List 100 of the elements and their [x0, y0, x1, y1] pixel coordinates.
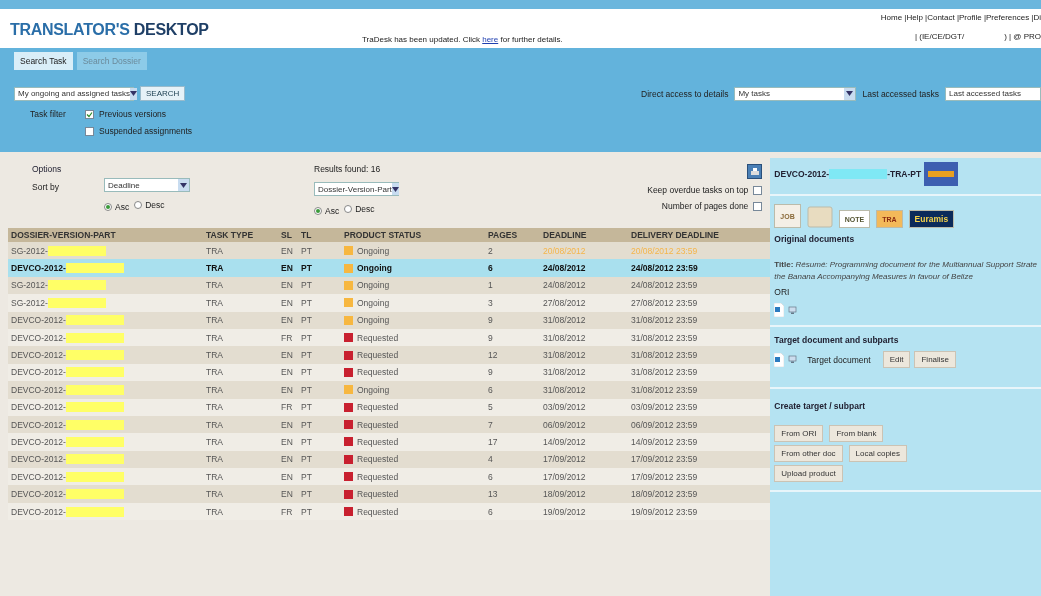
checkbox[interactable] [85, 109, 94, 119]
redaction-mark [65, 332, 124, 343]
column-header[interactable]: TL [298, 228, 341, 242]
dossier-cell[interactable]: DEVCO-2012- [8, 259, 203, 277]
table-cell: TRA [203, 433, 278, 451]
status-cell: Requested [341, 433, 485, 451]
direct-access-select[interactable]: My tasks [734, 86, 857, 101]
filter-label: Suspended assignments [99, 126, 193, 136]
create-button[interactable]: From other doc [774, 445, 843, 462]
table-cell: PT [298, 381, 341, 399]
radio-button[interactable] [344, 205, 353, 213]
task-select[interactable]: My ongoing and assigned tasks [14, 86, 134, 101]
table-cell: 17/09/2012 [540, 468, 628, 486]
tab[interactable]: Search Task [14, 52, 73, 70]
create-button[interactable]: Local copies [848, 445, 908, 462]
user-unit: | (IE/CE/DGT/ [914, 32, 965, 41]
table-cell: PT [298, 485, 341, 503]
dossier-cell[interactable]: DEVCO-2012- [8, 468, 203, 486]
status-cell: Ongoing [341, 259, 485, 277]
ori-label: ORI [774, 287, 791, 297]
create-button[interactable]: From blank [829, 425, 884, 442]
redaction-mark [65, 489, 124, 500]
filter-label: Previous versions [99, 109, 167, 119]
last-accessed-select[interactable]: Last accessed tasks [945, 86, 1041, 101]
redaction-mark [65, 402, 124, 413]
table-cell: 3 [485, 294, 540, 312]
dossier-cell[interactable]: DEVCO-2012- [8, 433, 203, 451]
table-cell: TRA [203, 294, 278, 312]
checkbox[interactable] [753, 185, 763, 195]
table-cell: EN [278, 346, 298, 364]
caret-icon [391, 183, 399, 195]
radio-button[interactable] [314, 207, 322, 215]
table-cell: EN [278, 381, 298, 399]
dossier-cell[interactable]: SG-2012- [8, 242, 203, 260]
top-nav-links[interactable]: Home |Help |Contact |Profile |Preferences |Di [880, 13, 1041, 22]
table-cell: TRA [203, 468, 278, 486]
toolbar-button[interactable]: Euramis [908, 210, 955, 228]
table-cell: PT [298, 242, 341, 260]
checkbox[interactable] [753, 201, 763, 211]
table-cell: 6 [485, 381, 540, 399]
table-cell: PT [298, 259, 341, 277]
checkbox[interactable] [85, 126, 94, 136]
create-button[interactable]: Upload product [774, 465, 843, 482]
table-cell: 31/08/2012 23:59 [628, 346, 771, 364]
table-cell: TRA [203, 242, 278, 260]
sort-select[interactable]: Dossier-Version-Part [314, 182, 399, 196]
results-count: Results found: 16 [314, 164, 382, 174]
table-cell: TRA [203, 346, 278, 364]
table-cell: 14/09/2012 [540, 433, 628, 451]
radio-button[interactable] [104, 203, 112, 211]
caret-icon [844, 87, 856, 100]
column-header[interactable]: DEADLINE [540, 228, 628, 242]
dossier-cell[interactable]: DEVCO-2012- [8, 346, 203, 364]
column-header[interactable]: DELIVERY DEADLINE [628, 228, 771, 242]
column-header[interactable]: TASK TYPE [203, 228, 278, 242]
redaction-mark [47, 280, 106, 291]
redaction-mark [65, 437, 124, 447]
status-cell: Requested [341, 468, 485, 486]
table-cell: TRA [203, 259, 278, 277]
redaction-mark [65, 384, 124, 395]
document-icon[interactable] [774, 303, 785, 317]
table-cell: EN [278, 242, 298, 260]
document-icon[interactable] [774, 352, 785, 367]
radio-button[interactable] [134, 201, 143, 209]
table-cell: TRA [203, 485, 278, 503]
redaction-mark [65, 315, 124, 326]
table-cell: 6 [485, 259, 540, 277]
redaction-mark [65, 263, 124, 274]
document-title: the Banana Accompanying Measures in favour of Belize [774, 272, 974, 281]
table-cell: 24/08/2012 23:59 [628, 259, 771, 277]
table-cell: EN [278, 294, 298, 312]
target-button[interactable]: Edit [882, 351, 911, 368]
task-filter-label: Task filter [30, 109, 67, 119]
dossier-cell[interactable]: SG-2012- [8, 294, 203, 312]
column-header[interactable]: PRODUCT STATUS [341, 228, 485, 242]
sort-select[interactable]: Deadline [104, 178, 190, 192]
dossier-cell[interactable]: DEVCO-2012- [8, 381, 203, 399]
column-header[interactable]: PAGES [485, 228, 540, 242]
dossier-cell[interactable]: DEVCO-2012- [8, 485, 203, 503]
column-header[interactable]: DOSSIER-VERSION-PART [8, 228, 203, 242]
table-cell: EN [278, 259, 298, 277]
printer-icon [749, 166, 760, 177]
target-document-label: Target document [807, 354, 871, 365]
target-button[interactable]: Finalise [914, 351, 957, 368]
radio-label: Desc [145, 200, 165, 210]
monitor-icon[interactable] [788, 355, 798, 364]
search-button[interactable]: SEARCH [140, 86, 186, 101]
section-heading: Original documents [774, 234, 856, 244]
section-heading: Create target / subpart [774, 401, 867, 411]
create-button[interactable]: From ORI [774, 425, 824, 442]
redaction-mark [65, 454, 124, 465]
print-button[interactable] [747, 164, 763, 179]
monitor-icon[interactable] [788, 305, 798, 315]
table-cell: TRA [203, 381, 278, 399]
redaction-mark [65, 471, 124, 482]
caret-icon [178, 179, 189, 191]
column-header[interactable]: SL [278, 228, 298, 242]
radio-label: Desc [355, 204, 375, 214]
table-cell: EN [278, 433, 298, 451]
here-link[interactable]: here [482, 35, 499, 44]
